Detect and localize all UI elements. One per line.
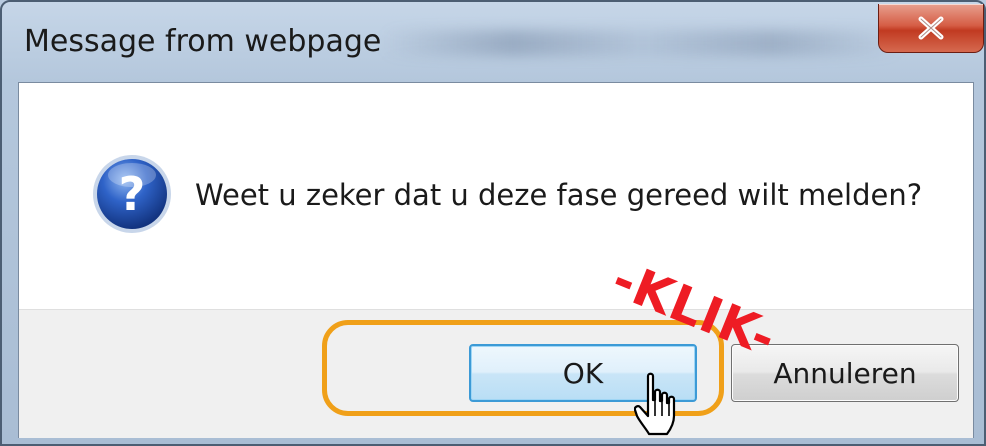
button-bar: OK Annuleren	[19, 309, 973, 438]
question-icon: ?	[93, 155, 171, 233]
dialog-title: Message from webpage	[24, 24, 382, 59]
svg-text:?: ?	[119, 167, 146, 221]
message-area: ? Weet u zeker dat u deze fase gereed wi…	[19, 83, 973, 309]
dialog-titlebar[interactable]: Message from webpage	[2, 2, 984, 80]
hand-pointer-icon	[634, 372, 676, 436]
cancel-button-label: Annuleren	[773, 356, 917, 390]
close-icon	[918, 16, 944, 40]
close-button[interactable]	[878, 4, 984, 53]
message-dialog: Message from webpage ? Weet u zeker dat …	[0, 0, 986, 446]
dialog-message: Weet u zeker dat u deze fase gereed wilt…	[195, 178, 923, 212]
dialog-client-area: ? Weet u zeker dat u deze fase gereed wi…	[18, 82, 974, 438]
ok-button-label: OK	[562, 356, 604, 390]
blurred-background-text	[382, 30, 902, 56]
